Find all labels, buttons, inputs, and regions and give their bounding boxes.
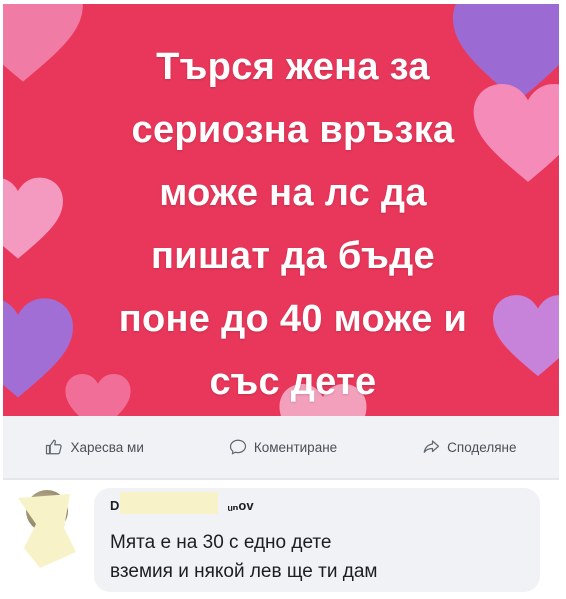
like-button[interactable]: Харесва ми — [45, 438, 144, 456]
comment-text: Мята е на 30 с едно дете вземия и някой … — [110, 528, 530, 586]
post-text-line: поне до 40 може и — [118, 298, 468, 340]
comment-label: Коментиране — [253, 439, 338, 455]
like-label: Харесва ми — [70, 439, 144, 455]
thumbs-up-icon — [45, 438, 63, 456]
comment-button[interactable]: Коментиране — [229, 438, 337, 456]
comment-text-line: Мята е на 30 с едно дете — [110, 532, 332, 553]
share-arrow-icon — [422, 438, 440, 456]
speech-bubble-icon — [229, 438, 247, 456]
post-text-line: може на лс да — [159, 172, 427, 214]
post-card: Търся жена за сериозна връзка може на лс… — [3, 4, 559, 478]
redaction-scribble — [10, 492, 90, 577]
post-text-line: със дете — [209, 361, 377, 403]
comment-text-line: вземия и някой лев ще ти дам — [110, 561, 378, 582]
name-redaction — [120, 492, 218, 514]
post-text-line: Търся жена за — [156, 46, 430, 88]
share-label: Споделяне — [447, 439, 517, 455]
author-name-end: ᵤₙov — [227, 498, 254, 513]
post-text-line: пишат да бъде — [151, 235, 435, 277]
post-text-line: сериозна връзка — [131, 109, 455, 151]
post-text: Търся жена за сериозна връзка може на лс… — [43, 36, 543, 414]
post-background-image: Търся жена за сериозна връзка може на лс… — [3, 4, 559, 416]
post-action-bar: Харесва ми Коментиране Споделяне — [3, 416, 559, 478]
share-button[interactable]: Споделяне — [422, 438, 517, 456]
comment-bubble: D· ᵤₙov Мята е на 30 с едно дете вземия и… — [94, 488, 540, 592]
